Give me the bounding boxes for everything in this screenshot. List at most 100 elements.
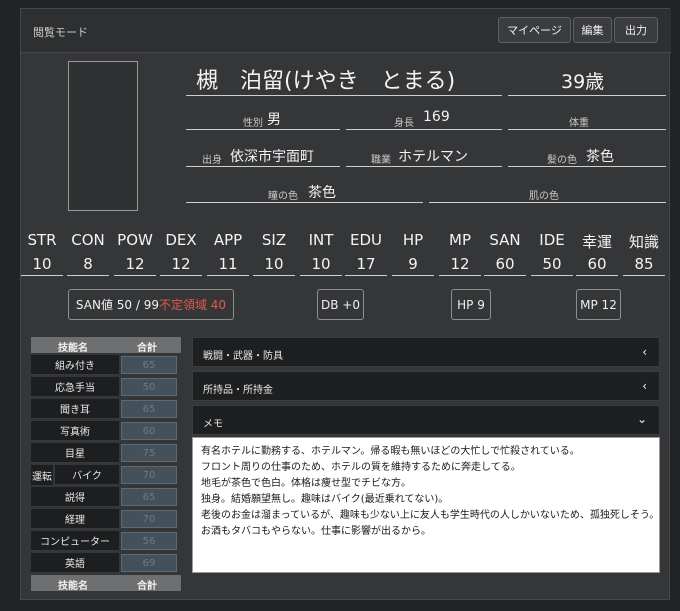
view-mode-label: 閲覧モード	[33, 26, 88, 39]
stat-value-hp: 9	[408, 255, 418, 273]
skill-name: 英語	[31, 553, 119, 573]
skills-header: 技能名 合計	[31, 337, 181, 354]
memo-line: 老後のお金は溜まっているが、趣味も少ない上に友人も学生時代の人しかいないため、孤…	[201, 510, 660, 521]
skill-total: 50	[121, 378, 177, 396]
stat-label-hp: HP	[402, 231, 424, 249]
skin-label: 肌の色	[529, 191, 559, 202]
eye-value: 茶色	[308, 185, 336, 201]
stat-underline	[531, 275, 573, 276]
skill-name: 説得	[31, 487, 119, 507]
skill-name-footer: 技能名	[58, 581, 88, 592]
stat-value-app: 11	[218, 255, 238, 273]
db-box: DB +0	[317, 289, 364, 320]
stat-underline	[439, 275, 481, 276]
skill-total: 69	[121, 554, 177, 572]
mypage-button[interactable]: マイページ	[498, 17, 571, 43]
birthplace-underline	[186, 166, 340, 167]
stat-label-edu: EDU	[349, 231, 382, 249]
skill-row: 運転 バイク 70	[31, 465, 181, 486]
accordion-memo[interactable]: メモ ⌄	[192, 405, 660, 435]
birthplace-value: 依深市宇面町	[230, 149, 314, 165]
character-sheet-panel: 閲覧モード マイページ 編集 出力 槻 泊留(けやき とまる) 39歳 性別 男…	[20, 8, 671, 600]
skill-name: 応急手当	[31, 377, 119, 397]
hair-value: 茶色	[586, 149, 614, 165]
stat-value-edu: 17	[356, 255, 376, 273]
stat-value-luck: 60	[587, 255, 607, 273]
memo-line: お酒もタバコもやらない。仕事に影響が出るから。	[201, 526, 431, 537]
height-underline	[346, 129, 502, 130]
stat-underline	[21, 275, 63, 276]
skill-total: 70	[121, 466, 177, 484]
weight-underline	[508, 129, 666, 130]
stat-underline	[114, 275, 156, 276]
skill-name: 聞き耳	[31, 399, 119, 419]
memo-line: フロント周りの仕事のため、ホテルの質を維持するために奔走してる。	[201, 462, 521, 473]
hair-label: 髪の色	[547, 155, 577, 166]
skill-name: 目星	[31, 443, 119, 463]
skill-row: 応急手当 50	[31, 377, 181, 398]
san-value-text: SAN値 50 / 99	[75, 298, 159, 312]
stat-label-san: SAN	[489, 231, 521, 249]
stat-underline	[623, 275, 665, 276]
character-name: 槻 泊留(けやき とまる)	[196, 69, 456, 94]
skill-total-header: 合計	[137, 343, 157, 354]
stat-label-pow: POW	[117, 231, 153, 249]
stat-value-knowledge: 85	[634, 255, 654, 273]
skill-row: 聞き耳 65	[31, 399, 181, 420]
stat-value-mp: 12	[450, 255, 470, 273]
skill-total: 70	[121, 510, 177, 528]
accordion-combat[interactable]: 戦闘・武器・防具 ‹	[192, 337, 660, 367]
stat-underline	[253, 275, 295, 276]
skill-row: 組み付き 65	[31, 355, 181, 376]
eye-underline	[186, 202, 423, 203]
skill-row: 英語 69	[31, 553, 181, 574]
memo-line: 有名ホテルに勤務する、ホテルマン。帰る暇も無いほどの大忙しで忙殺されている。	[201, 446, 580, 457]
skill-row: 目星 75	[31, 443, 181, 464]
sex-label: 性別	[243, 118, 263, 129]
sex-underline	[186, 129, 340, 130]
stat-label-siz: SIZ	[261, 231, 287, 249]
stat-value-san: 60	[495, 255, 515, 273]
hp-box: HP 9	[451, 289, 491, 320]
skill-total: 65	[121, 356, 177, 374]
skill-total: 75	[121, 444, 177, 462]
edit-button[interactable]: 編集	[573, 17, 612, 43]
stat-value-str: 10	[32, 255, 52, 273]
memo-line: 独身。結婚願望無し。趣味はバイク(最近乗れてない)。	[201, 494, 449, 505]
stat-underline	[345, 275, 387, 276]
memo-content: 有名ホテルに勤務する、ホテルマン。帰る暇も無いほどの大忙しで忙殺されている。 フ…	[192, 437, 660, 573]
job-label: 職業	[371, 155, 391, 166]
stat-value-ide: 50	[542, 255, 562, 273]
stat-value-dex: 12	[171, 255, 191, 273]
stat-value-pow: 12	[125, 255, 145, 273]
stat-label-luck: 幸運	[581, 233, 612, 251]
character-age: 39歳	[561, 71, 605, 93]
chevron-left-icon: ‹	[642, 345, 647, 359]
stat-label-str: STR	[27, 231, 57, 249]
skill-total: 65	[121, 488, 177, 506]
name-underline	[186, 95, 502, 96]
skill-total: 56	[121, 532, 177, 550]
export-button[interactable]: 出力	[614, 17, 658, 43]
skill-total: 60	[121, 422, 177, 440]
header-bar: 閲覧モード マイページ 編集 出力	[21, 9, 671, 53]
stat-label-app: APP	[213, 231, 243, 249]
accordion-items-title: 所持品・所持金	[203, 385, 273, 396]
stat-label-knowledge: 知識	[628, 233, 659, 251]
stat-value-int: 10	[311, 255, 331, 273]
skin-underline	[429, 202, 666, 203]
skill-row: 経理 70	[31, 509, 181, 530]
stat-label-mp: MP	[449, 231, 471, 249]
weight-label: 体重	[569, 118, 589, 129]
skill-name: 経理	[31, 509, 119, 529]
skill-row: 写真術 60	[31, 421, 181, 442]
skill-total: 65	[121, 400, 177, 418]
job-underline	[346, 166, 502, 167]
stat-value-siz: 10	[264, 255, 284, 273]
stat-label-ide: IDE	[539, 231, 565, 249]
accordion-items[interactable]: 所持品・所持金 ‹	[192, 371, 660, 401]
age-underline	[508, 95, 666, 96]
skill-name: バイク	[55, 465, 119, 485]
accordion-combat-title: 戦闘・武器・防具	[203, 351, 283, 362]
stat-underline	[160, 275, 202, 276]
